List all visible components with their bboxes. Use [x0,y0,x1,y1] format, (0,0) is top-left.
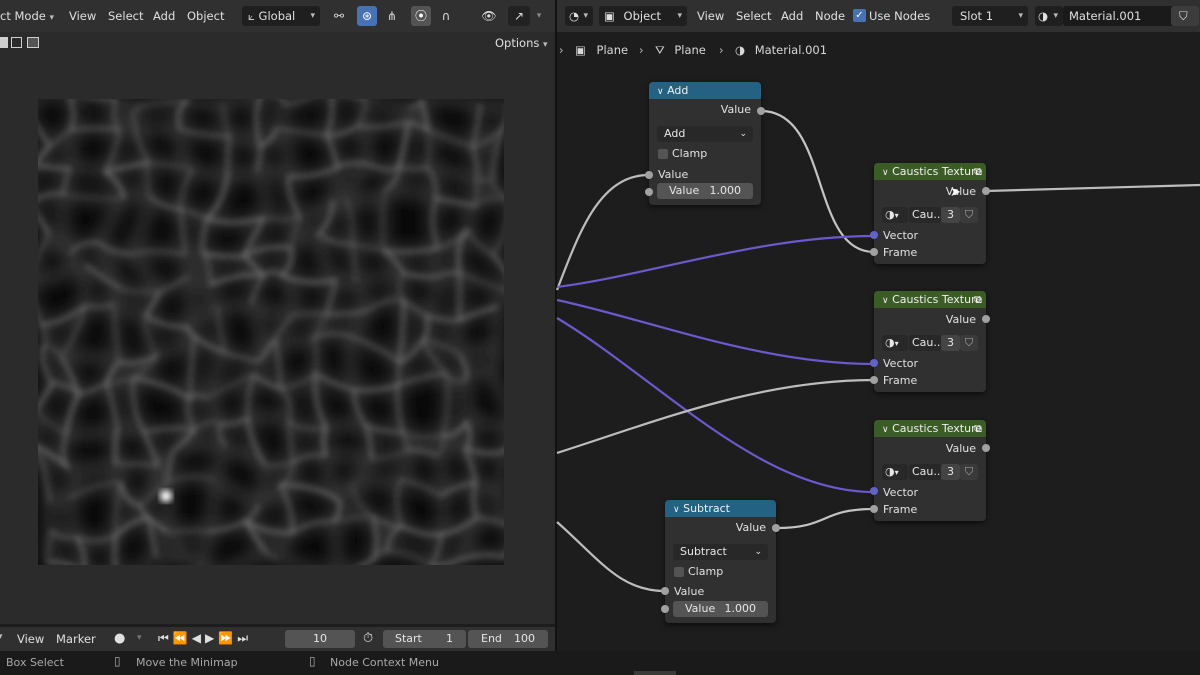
subtract-output-socket[interactable] [772,524,780,532]
group-name-field[interactable]: Cau... [909,335,944,351]
status-bar: Box Select ▯ Move the Minimap ▯ Node Con… [0,651,1200,675]
group-browse-dropdown[interactable]: ◑▾ [882,207,908,223]
node-title: Add [667,84,689,97]
node-header[interactable]: ∨ Caustics Texture ⧉ [874,420,986,437]
group-name-field[interactable]: Cau... [909,464,944,480]
node-header[interactable]: ∨ Add [649,82,761,99]
link-output [985,183,1200,193]
output-value-label: Value [945,442,976,455]
node-header[interactable]: ∨ Caustics Texture ⧉ [874,291,986,308]
value-field[interactable]: Value 1.000 [673,601,768,617]
node-tree-icon: ◑ [885,208,895,221]
group-browse-dropdown[interactable]: ◑▾ [882,335,908,351]
group-browse-dropdown[interactable]: ◑▾ [882,464,908,480]
node-header[interactable]: ∨ Subtract [665,500,776,517]
subtract-input-socket-2[interactable] [661,605,669,613]
fake-user-shield-icon[interactable]: ⛉ [960,335,978,351]
vector-input-label: Vector [883,229,919,242]
caustics3-output-socket[interactable] [982,444,990,452]
caustics1-frame-socket[interactable] [870,248,878,256]
clamp-label: Clamp [672,147,708,160]
link-subtract-to-frame3 [775,507,875,530]
link-frame-2 [556,378,875,455]
operation-label: Add [664,127,686,140]
operation-dropdown[interactable]: Add ⌄ [657,126,753,142]
math-add-node[interactable]: ∨ Add Value Add ⌄ Clamp Value Value 1.000 [649,82,761,205]
caustics-texture-node[interactable]: ∨ Caustics Texture ⧉ Value ◑▾ Cau... 3 ⛉ … [874,291,986,392]
clamp-label: Clamp [688,565,724,578]
fake-user-shield-icon[interactable]: ⛉ [960,464,978,480]
subtract-input-socket-1[interactable] [661,587,669,595]
math-subtract-node[interactable]: ∨ Subtract Value Subtract ⌄ Clamp Value V… [665,500,776,623]
mouse-middle-icon: ▯ [114,654,121,668]
node-links [555,109,1200,593]
node-title: Caustics Texture [892,422,983,435]
node-tree-icon: ◑ [885,465,895,478]
node-header[interactable]: ∨ Caustics Texture ⧉ [874,163,986,180]
link-to-subtract-value [556,521,666,593]
node-group-icon[interactable]: ⧉ [974,420,982,437]
group-name-field[interactable]: Cau... [909,207,944,223]
link-add-to-frame1 [760,109,875,254]
value-field-label: Value [685,602,716,615]
caustics1-vector-socket[interactable] [870,231,878,239]
caustics2-vector-socket[interactable] [870,359,878,367]
value-field[interactable]: Value 1.000 [657,183,753,199]
caustics3-vector-socket[interactable] [870,487,878,495]
fake-user-shield-icon[interactable]: ⛉ [960,207,978,223]
value-field-value: 1.000 [709,184,742,197]
caustics-texture-node[interactable]: ∨ Caustics Texture ⧉ Value ◑▾ Cau... 3 ⛉ … [874,420,986,521]
caustics2-frame-socket[interactable] [870,376,878,384]
caustics3-frame-socket[interactable] [870,505,878,513]
status-context-menu: Node Context Menu [330,656,439,669]
status-minimap: Move the Minimap [136,656,238,669]
vector-input-label: Vector [883,357,919,370]
operation-dropdown[interactable]: Subtract ⌄ [673,544,768,560]
link-vector-1 [556,234,875,289]
caustics1-output-socket[interactable] [982,187,990,195]
add-input-socket-1[interactable] [645,171,653,179]
output-value-label: Value [735,521,766,534]
add-output-socket[interactable] [757,107,765,115]
link-vector-2 [556,298,875,366]
node-group-icon[interactable]: ⧉ [974,291,982,308]
add-input-socket-2[interactable] [645,188,653,196]
mouse-right-icon: ▯ [309,654,316,668]
value-field-label: Value [669,184,700,197]
group-users-count[interactable]: 3 [941,335,960,351]
node-title: Caustics Texture [892,165,983,178]
clamp-checkbox[interactable] [674,567,684,577]
node-group-icon[interactable]: ⧉ [974,163,982,180]
caustics-texture-node[interactable]: ∨ Caustics Texture ⧉ Value ◑▾ Cau... 3 ⛉ … [874,163,986,264]
clamp-checkbox[interactable] [658,149,668,159]
group-users-count[interactable]: 3 [941,464,960,480]
link-vector-3 [556,317,875,494]
node-title: Subtract [683,502,730,515]
node-title: Caustics Texture [892,293,983,306]
vector-input-label: Vector [883,486,919,499]
operation-label: Subtract [680,545,727,558]
mouse-cursor-icon: ➤ [950,185,961,200]
node-tree-icon: ◑ [885,336,895,349]
frame-input-label: Frame [883,503,918,516]
value-field-value: 1.000 [724,602,757,615]
output-value-label: Value [945,313,976,326]
status-box-select: Box Select [6,656,64,669]
scroll-indicator[interactable] [634,671,676,675]
frame-input-label: Frame [883,374,918,387]
input-value-label: Value [658,168,689,181]
input-value-label: Value [674,585,705,598]
output-value-label: Value [720,103,751,116]
group-users-count[interactable]: 3 [941,207,960,223]
caustics2-output-socket[interactable] [982,315,990,323]
frame-input-label: Frame [883,246,918,259]
